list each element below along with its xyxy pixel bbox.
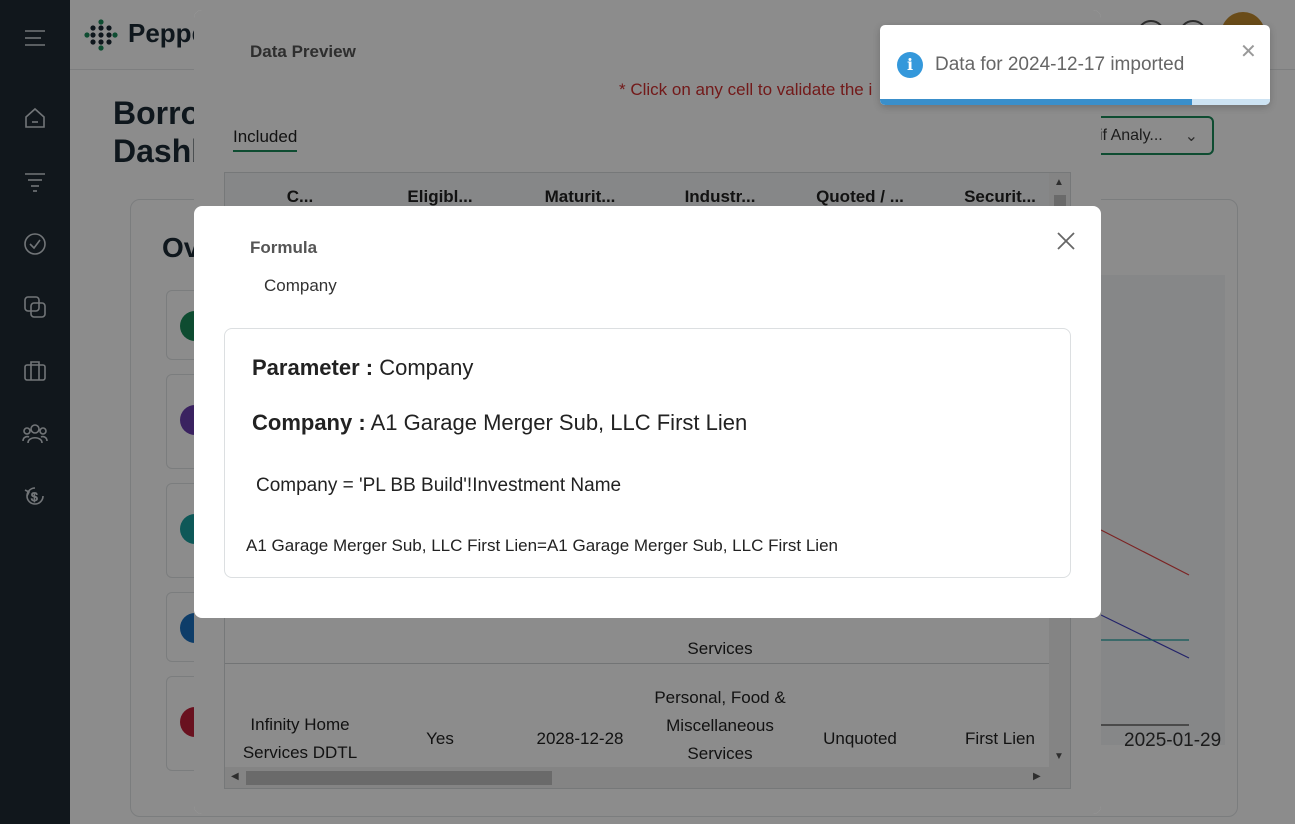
formula-detail-box: Parameter : Company Company : A1 Garage … [224,328,1071,578]
info-icon: i [897,52,923,78]
company-line: Company : A1 Garage Merger Sub, LLC Firs… [252,410,747,436]
toast-progress-bar [880,99,1192,105]
toast-message: Data for 2024-12-17 imported [935,54,1185,75]
formula-modal: Formula Company Parameter : Company Comp… [194,206,1101,618]
formula-title: Formula [250,238,318,257]
toast-notification: i Data for 2024-12-17 imported ✕ [880,25,1270,105]
parameter-label: Parameter : [252,355,374,380]
formula-text: Company = 'PL BB Build'!Investment Name [256,475,622,496]
formula-subtitle: Company [264,276,337,295]
company-label: Company : [252,410,366,435]
close-icon[interactable] [1054,229,1078,253]
parameter-value: Company [379,355,474,380]
company-value: A1 Garage Merger Sub, LLC First Lien [370,410,748,435]
toast-close-icon[interactable]: ✕ [1240,39,1257,64]
parameter-line: Parameter : Company [252,355,473,381]
evaluated-text: A1 Garage Merger Sub, LLC First Lien=A1 … [246,536,838,555]
